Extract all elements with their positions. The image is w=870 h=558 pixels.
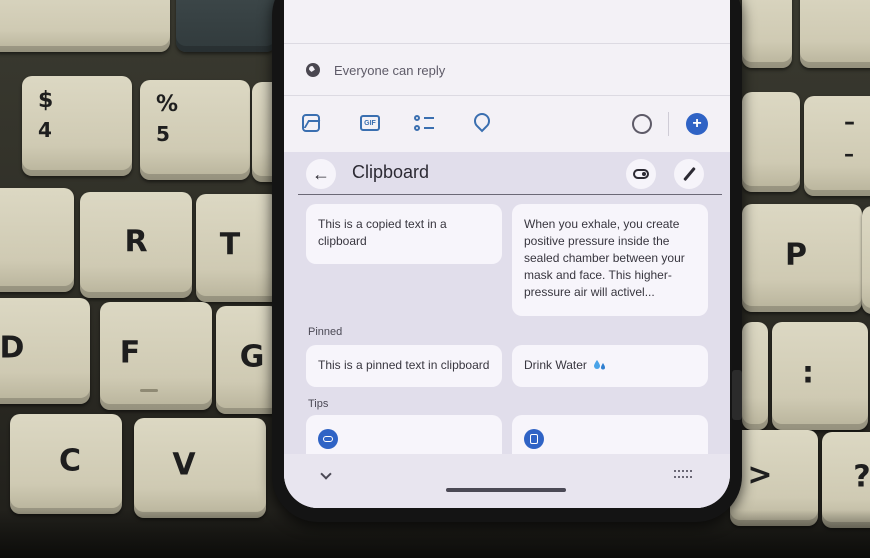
gif-icon[interactable]: GIF (360, 115, 380, 131)
clipboard-tip-icon (524, 429, 544, 449)
reply-setting-row[interactable]: Everyone can reply (284, 52, 730, 88)
toggle-icon (633, 169, 649, 179)
clipboard-item[interactable]: When you exhale, you create positive pre… (512, 204, 708, 316)
key-top-right-2 (800, 0, 870, 68)
key-4: $ 4 (22, 76, 132, 176)
keyboard-bottom-bar (284, 454, 730, 508)
image-icon[interactable] (302, 114, 320, 132)
key-0-partial (742, 92, 800, 192)
clipboard-item[interactable]: This is a copied text in a clipboard (306, 204, 502, 264)
key-top-left (0, 0, 170, 52)
clipboard-header: ← Clipboard (284, 152, 730, 194)
key-top-right-1 (742, 0, 792, 68)
key-t: T (196, 194, 280, 302)
location-pin-icon[interactable] (474, 113, 490, 133)
back-button[interactable]: ← (306, 159, 336, 189)
edit-clipboard-button[interactable] (674, 159, 704, 189)
key-bracket-partial (862, 206, 870, 314)
poll-icon[interactable] (414, 112, 436, 134)
phone-side-button (732, 370, 742, 420)
gesture-nav-handle[interactable] (446, 488, 566, 492)
key-d: D (0, 298, 90, 404)
key-c: C (10, 414, 122, 514)
clipboard-title: Clipboard (352, 162, 430, 182)
key-r: R (80, 192, 192, 298)
divider (284, 95, 730, 96)
character-count-circle-icon (632, 114, 652, 134)
clipboard-panel: ← Clipboard This is a copied text in a c… (284, 152, 730, 508)
pencil-icon (682, 166, 696, 182)
header-underline (298, 194, 722, 195)
key-top-dark (176, 0, 276, 52)
reply-setting-label: Everyone can reply (334, 62, 446, 78)
pinned-clipboard-item[interactable]: This is a pinned text in clipboard (306, 345, 502, 387)
chevron-down-icon[interactable] (320, 468, 332, 480)
globe-icon (306, 63, 320, 77)
key-p: P (742, 204, 862, 312)
key-l-partial (742, 322, 768, 430)
key-5: % 5 (140, 80, 250, 180)
toolbar-separator (668, 112, 669, 136)
tips-section-label: Tips (308, 398, 329, 410)
compose-toolbar: GIF + (284, 104, 730, 144)
water-drops-emoji-icon (594, 360, 606, 370)
key-v: V (134, 418, 266, 518)
phone-screen: Everyone can reply GIF + ← Clipboard Thi… (284, 0, 730, 508)
key-g: G (216, 306, 280, 414)
key-minus: – – (804, 96, 870, 196)
key-f: F (100, 302, 212, 410)
add-post-button[interactable]: + (686, 113, 708, 135)
toggle-tip-icon (318, 429, 338, 449)
keyboard-icon[interactable] (674, 470, 692, 478)
clipboard-toggle-button[interactable] (626, 159, 656, 189)
compose-text-area[interactable] (284, 0, 730, 44)
key-e-partial (0, 188, 74, 292)
pinned-clipboard-item[interactable]: Drink Water (512, 345, 708, 387)
key-semicolon: : (772, 322, 868, 430)
pinned-section-label: Pinned (308, 326, 343, 338)
